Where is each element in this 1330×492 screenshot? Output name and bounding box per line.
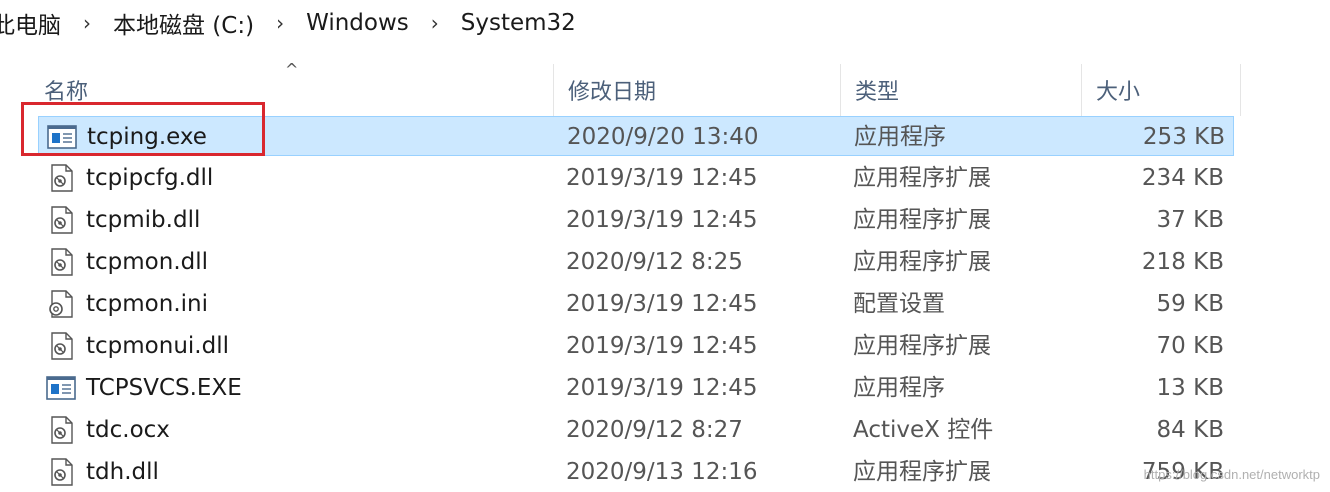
file-size: 70 KB <box>1156 333 1224 359</box>
file-size: 13 KB <box>1156 375 1224 401</box>
ini-icon <box>49 290 73 318</box>
file-name: tdh.dll <box>86 459 159 485</box>
file-size: 84 KB <box>1156 417 1224 443</box>
file-row[interactable]: tcpmib.dll 2019/3/19 12:45 应用程序扩展 37 KB <box>38 200 1234 240</box>
dll-icon <box>51 164 73 192</box>
file-size: 234 KB <box>1141 165 1224 191</box>
file-date-modified: 2019/3/19 12:45 <box>566 165 758 191</box>
file-type: 应用程序扩展 <box>853 165 991 191</box>
watermark: https://blog.csdn.net/networktp <box>1143 467 1320 482</box>
file-date-modified: 2019/3/19 12:45 <box>566 291 758 317</box>
dll-icon <box>51 206 73 234</box>
file-type: 应用程序扩展 <box>853 207 991 233</box>
file-type: 应用程序扩展 <box>853 459 991 485</box>
file-row[interactable]: tcpmonui.dll 2019/3/19 12:45 应用程序扩展 70 KB <box>38 326 1234 366</box>
file-date-modified: 2019/3/19 12:45 <box>566 375 758 401</box>
file-type: ActiveX 控件 <box>853 417 994 443</box>
chevron-right-icon[interactable]: › <box>413 11 457 35</box>
file-type: 配置设置 <box>853 291 945 317</box>
file-date-modified: 2020/9/12 8:27 <box>566 417 743 443</box>
dll-icon <box>51 458 73 486</box>
file-name: tcpmon.ini <box>86 291 208 317</box>
breadcrumb-item-windows[interactable]: Windows <box>302 10 413 36</box>
file-date-modified: 2020/9/20 13:40 <box>567 124 759 150</box>
breadcrumb-item-local-disk[interactable]: 本地磁盘 (C:) <box>109 6 258 40</box>
column-header-date-modified[interactable]: 修改日期 <box>553 64 839 116</box>
dll-icon <box>51 332 73 360</box>
dll-icon <box>51 416 73 444</box>
file-date-modified: 2019/3/19 12:45 <box>566 207 758 233</box>
dll-icon <box>51 248 73 276</box>
file-type: 应用程序扩展 <box>853 249 991 275</box>
file-row[interactable]: tdc.ocx 2020/9/12 8:27 ActiveX 控件 84 KB <box>38 410 1234 450</box>
breadcrumb-item-system32[interactable]: System32 <box>457 10 580 36</box>
exe-icon <box>46 376 76 400</box>
chevron-right-icon[interactable]: › <box>65 11 109 35</box>
file-type: 应用程序 <box>854 124 946 150</box>
file-name: TCPSVCS.EXE <box>86 375 242 401</box>
file-row[interactable]: tdh.dll 2020/9/13 12:16 应用程序扩展 759 KB <box>38 452 1234 492</box>
file-name: tcpipcfg.dll <box>86 165 214 191</box>
file-name: tdc.ocx <box>86 417 170 443</box>
file-date-modified: 2019/3/19 12:45 <box>566 333 758 359</box>
file-type: 应用程序 <box>853 375 945 401</box>
breadcrumb: 此电脑 › 本地磁盘 (C:) › Windows › System32 <box>0 0 1330 46</box>
column-header-size[interactable]: 大小 <box>1081 64 1241 116</box>
highlight-box <box>21 102 265 156</box>
file-type: 应用程序扩展 <box>853 333 991 359</box>
file-size: 218 KB <box>1141 249 1224 275</box>
file-size: 59 KB <box>1156 291 1224 317</box>
column-header-type[interactable]: 类型 <box>840 64 1080 116</box>
file-name: tcpmib.dll <box>86 207 201 233</box>
breadcrumb-item-this-pc[interactable]: 此电脑 <box>0 6 65 40</box>
file-date-modified: 2020/9/12 8:25 <box>566 249 743 275</box>
file-row[interactable]: tcpmon.ini 2019/3/19 12:45 配置设置 59 KB <box>38 284 1234 324</box>
file-row[interactable]: tcpmon.dll 2020/9/12 8:25 应用程序扩展 218 KB <box>38 242 1234 282</box>
file-name: tcpmonui.dll <box>86 333 229 359</box>
file-row[interactable]: tcpipcfg.dll 2019/3/19 12:45 应用程序扩展 234 KB <box>38 158 1234 198</box>
file-name: tcpmon.dll <box>86 249 209 275</box>
chevron-right-icon[interactable]: › <box>258 11 302 35</box>
file-size: 253 KB <box>1142 124 1225 150</box>
file-size: 37 KB <box>1156 207 1224 233</box>
file-row[interactable]: TCPSVCS.EXE 2019/3/19 12:45 应用程序 13 KB <box>38 368 1234 408</box>
file-date-modified: 2020/9/13 12:16 <box>566 459 758 485</box>
